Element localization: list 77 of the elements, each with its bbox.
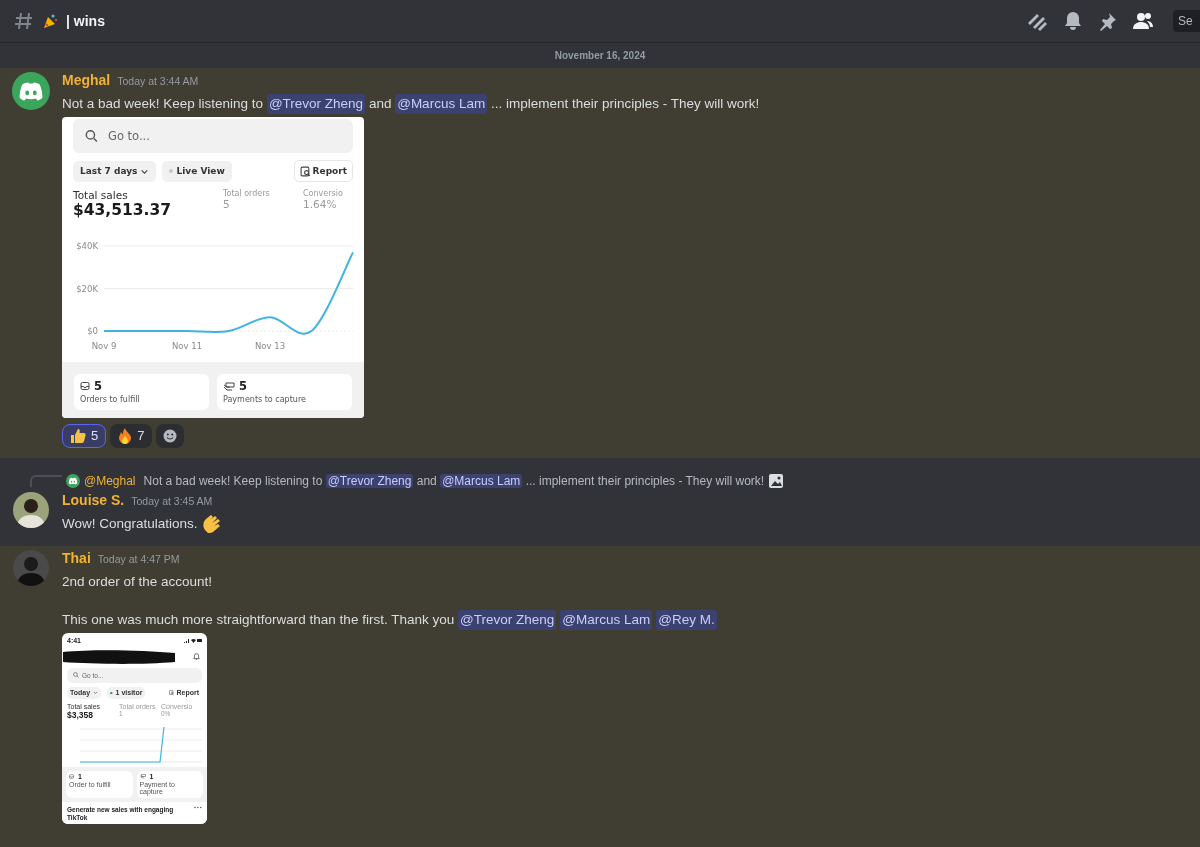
search-field[interactable]: Se [1173,10,1200,32]
timestamp: Today at 4:47 PM [97,552,180,565]
chevron-down-icon [93,690,99,696]
metric-label: Conversio [303,189,344,198]
message-text: This one was much more straightforward than the first. Thank you [62,610,456,629]
axis-tick-label: Nov 11 [171,341,203,351]
reply-author[interactable]: @Meghal [84,473,136,488]
report-icon [169,690,175,696]
axis-tick-label: Nov 13 [254,341,286,351]
hand-cash-icon [139,773,146,780]
task-count: 5 [94,379,102,393]
task-label: Payments to capture [223,396,307,405]
bell-icon[interactable] [1064,11,1082,31]
filter-chip: Live View [162,160,232,182]
metric-value: $3,358 [67,709,94,720]
reaction-button[interactable]: 7 [110,423,153,448]
search-icon [73,672,79,679]
bell-icon [193,653,200,661]
reply-connector [30,474,62,487]
timestamp: Today at 3:44 AM [117,75,199,87]
user-mention[interactable]: @Marcus Lam [560,609,653,630]
status-dot-icon [110,691,113,695]
report-icon [299,165,311,177]
metric-label: Total sales [73,189,129,201]
pin-icon[interactable] [1098,11,1117,31]
axis-tick-label: $40K [76,241,98,251]
axis-tick-label: $20K [76,283,98,294]
filter-chip: Last 7 days [73,160,157,182]
metric-label: Total orders [223,189,271,198]
metric-value: 1.64% [303,198,338,210]
message-text: Not a bad week! Keep listening to [62,95,265,113]
add-reaction-button[interactable] [156,423,185,448]
inbox-icon [80,381,90,391]
author-name[interactable]: Louise S. [62,491,125,508]
axis-tick-label: $0 [87,326,98,336]
message-text: Wow! Congratulations. [62,514,199,533]
more-icon [194,806,202,810]
user-mention[interactable]: @Marcus Lam [440,473,523,488]
message-text: and [415,473,438,488]
hash-icon [14,11,34,31]
phone-status-icon [184,638,202,644]
search-field[interactable]: Go to... [73,119,353,153]
metric-value: $43,513.37 [73,201,173,219]
metric-value: 5 [223,198,231,210]
axis-tick-label: Nov 9 [91,341,117,351]
avatar[interactable] [13,491,49,528]
reaction-button[interactable]: 5 [62,423,107,448]
user-mention[interactable]: @Trevor Zheng [266,94,366,114]
add-reaction-icon[interactable] [163,428,178,443]
timestamp: Today at 3:45 AM [131,494,213,507]
task-label: Orders to fulfill [80,396,141,405]
author-name[interactable]: Thai [62,549,91,566]
search-icon [85,129,98,143]
user-mention[interactable]: @Marcus Lam [395,94,488,114]
inbox-icon [69,773,74,779]
author-name[interactable]: Meghal [62,72,111,88]
message-text: ... implement their principles - They will work! [524,473,765,488]
user-mention[interactable]: @Trevor Zheng [457,609,557,630]
status-dot-icon [169,169,174,173]
task-count: 5 [239,379,247,393]
message-text: and [367,95,393,113]
user-mention[interactable]: @Rey M. [656,609,717,630]
message-text: 2nd order of the account! [62,572,213,591]
image-icon [768,472,785,489]
members-icon[interactable] [1133,12,1153,30]
message-text: ... implement their principles - They will work! [489,95,760,113]
flame-icon [118,427,133,444]
date-divider: November 16, 2024 [554,50,646,61]
threads-icon[interactable] [1026,11,1048,31]
party-popper-icon [42,13,58,29]
avatar[interactable] [66,473,80,488]
hand-cash-icon [223,380,235,392]
message-text: Not a bad week! Keep listening to [143,473,324,488]
thumbs-up-icon [70,427,86,444]
channel-name: | wins [66,13,106,29]
avatar[interactable] [12,72,50,110]
user-mention[interactable]: @Trevor Zheng [325,473,414,488]
